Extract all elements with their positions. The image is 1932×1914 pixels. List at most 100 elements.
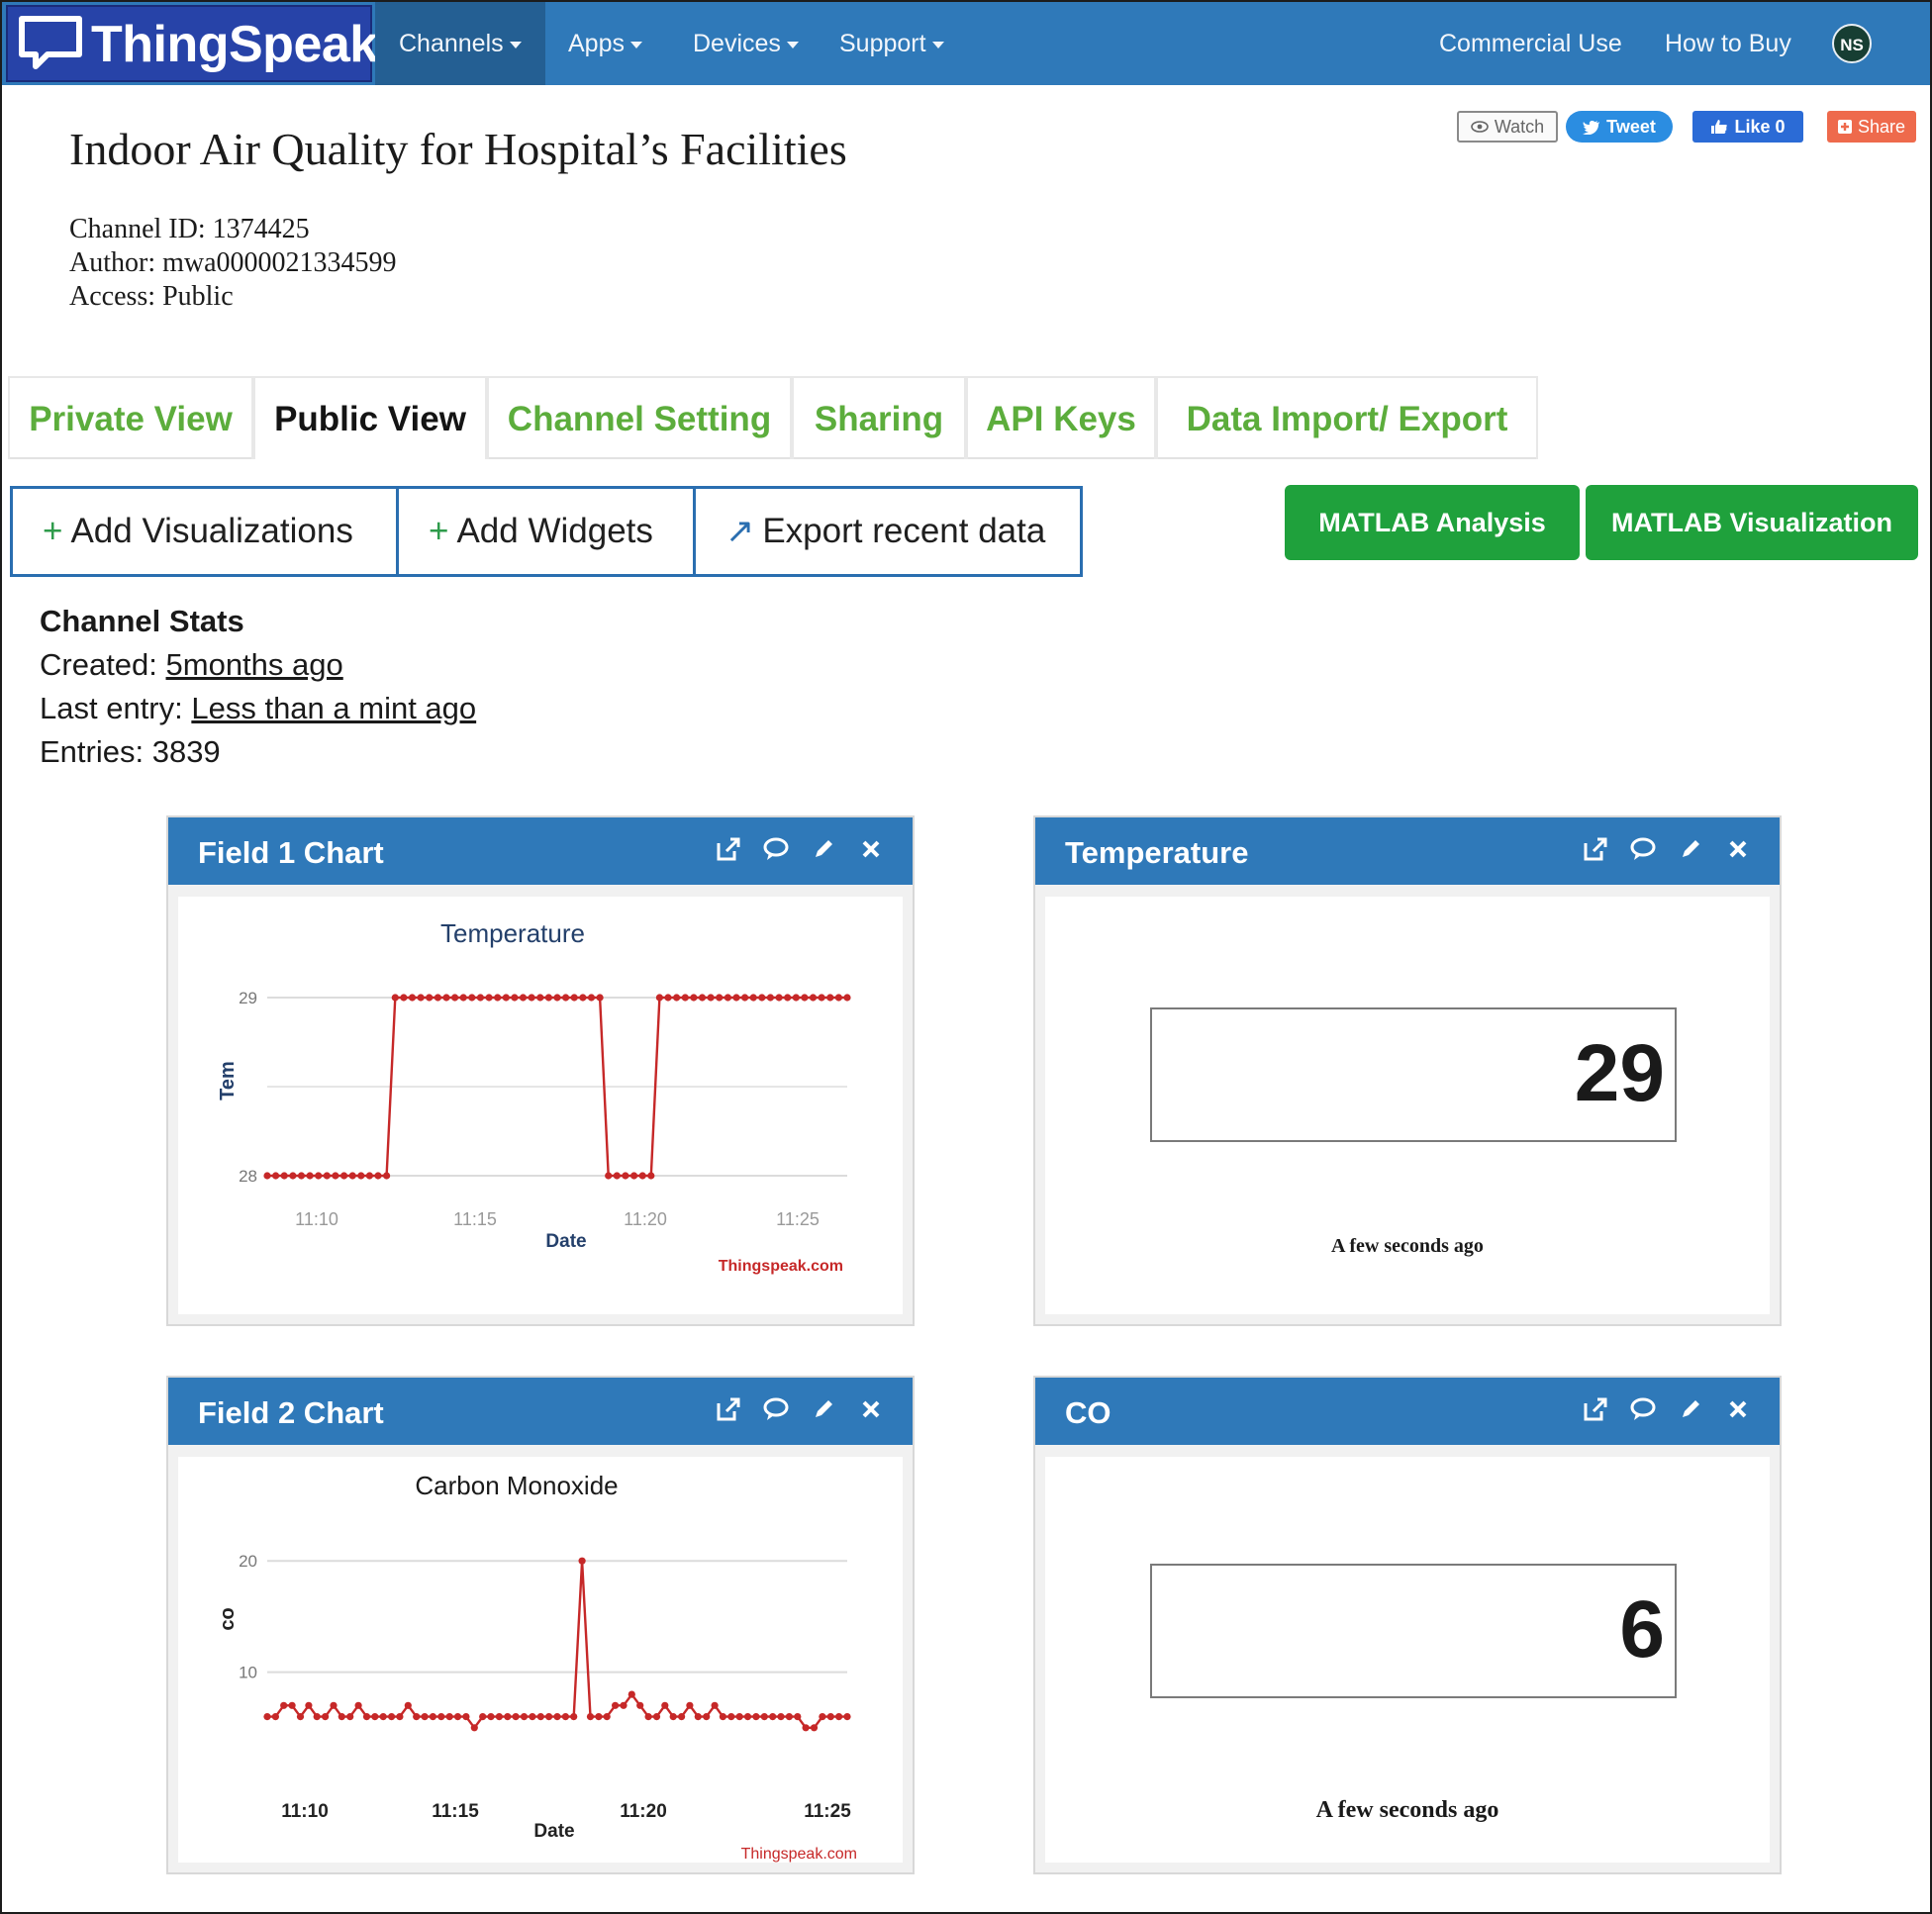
carbon-monoxide-line-chart: Carbon Monoxide 10 20 11:10 11:15 11:20 11:25 D… — [217, 1471, 857, 1863]
data-point — [818, 994, 825, 1002]
like-label: Like 0 — [1734, 116, 1786, 137]
widget-body: Temperature 28 29 11:10 11:15 11:20 11:25 Date T… — [178, 897, 903, 1314]
close-icon[interactable] — [857, 835, 885, 863]
export-recent-data-label: Export recent data — [762, 512, 1046, 550]
data-point — [297, 1172, 306, 1180]
tab-data-import-export[interactable]: Data Import/ Export — [1156, 376, 1538, 459]
external-link-icon[interactable] — [715, 1395, 742, 1423]
stat-created: Created: 5months ago — [40, 647, 343, 683]
matlab-visualization-button[interactable]: MATLAB Visualization — [1586, 485, 1918, 560]
nav-menu-apps[interactable]: Apps — [568, 2, 642, 85]
tab-api-keys[interactable]: API Keys — [966, 376, 1156, 459]
data-point — [561, 1713, 569, 1721]
data-point — [678, 1713, 686, 1721]
user-avatar[interactable]: NS — [1832, 24, 1872, 63]
external-link-icon[interactable] — [1582, 1395, 1609, 1423]
data-point — [338, 1713, 345, 1721]
data-point — [630, 1172, 638, 1180]
data-point — [545, 1713, 553, 1721]
data-point — [784, 994, 792, 1002]
data-point — [388, 1713, 396, 1721]
widget-body: 29 A few seconds ago — [1045, 897, 1770, 1314]
caret-down-icon — [931, 41, 944, 48]
nav-menu-devices[interactable]: Devices — [693, 2, 799, 85]
close-icon[interactable] — [1724, 835, 1752, 863]
nav-link-commercial-use[interactable]: Commercial Use — [1439, 2, 1622, 85]
data-point — [383, 1172, 391, 1180]
comment-icon[interactable] — [762, 835, 790, 863]
nav-menu-label: Channels — [399, 30, 504, 57]
last-updated-text: A few seconds ago — [1315, 1797, 1499, 1823]
matlab-analysis-button[interactable]: MATLAB Analysis — [1285, 485, 1580, 560]
add-widgets-button[interactable]: + Add Widgets — [399, 489, 696, 574]
data-point — [429, 1713, 436, 1721]
external-link-icon[interactable] — [1582, 835, 1609, 863]
data-point — [605, 1172, 613, 1180]
field-1-chart-widget: Field 1 Chart Temperature 28 29 11:10 11:15 1… — [166, 815, 915, 1326]
data-point — [459, 994, 467, 1002]
speech-bubble-icon — [19, 16, 82, 69]
data-point — [727, 1713, 735, 1721]
tab-private-view[interactable]: Private View — [8, 376, 253, 459]
x-tick-label: 11:20 — [620, 1801, 667, 1822]
pencil-icon[interactable] — [810, 1395, 837, 1423]
stat-last-entry-label: Last entry: — [40, 691, 192, 725]
data-point — [826, 994, 834, 1002]
widget-title: Field 1 Chart — [198, 835, 384, 870]
brand-logo[interactable]: ThingSpeak — [6, 5, 378, 82]
eye-icon — [1471, 121, 1489, 133]
watch-label: Watch — [1494, 116, 1545, 137]
add-visualizations-label: Add Visualizations — [70, 512, 353, 550]
data-point — [306, 1172, 314, 1180]
data-point — [280, 1172, 288, 1180]
stat-entries: Entries: 3839 — [40, 734, 221, 769]
share-button[interactable]: Share — [1827, 111, 1916, 143]
data-point — [332, 1172, 339, 1180]
add-visualizations-button[interactable]: + Add Visualizations — [13, 489, 399, 574]
nav-link-how-to-buy[interactable]: How to Buy — [1665, 2, 1791, 85]
watch-button[interactable]: Watch — [1457, 111, 1558, 143]
data-point — [810, 1724, 819, 1732]
y-axis-label: Tem — [217, 1061, 239, 1101]
comment-icon[interactable] — [1629, 1395, 1657, 1423]
tab-public-view[interactable]: Public View — [253, 376, 487, 459]
chart-credit: Thingspeak.com — [719, 1258, 843, 1275]
data-point — [442, 994, 450, 1002]
like-button[interactable]: Like 0 — [1692, 111, 1803, 143]
nav-menu-channels[interactable]: Channels — [375, 2, 545, 85]
close-icon[interactable] — [1724, 1395, 1752, 1423]
data-point — [749, 994, 757, 1002]
data-point — [638, 1172, 646, 1180]
export-recent-data-button[interactable]: ↗ Export recent data — [696, 489, 1080, 574]
pencil-icon[interactable] — [1677, 1395, 1704, 1423]
channel-stats-heading: Channel Stats — [40, 604, 244, 638]
tweet-button[interactable]: Tweet — [1566, 111, 1673, 143]
data-point — [536, 1713, 544, 1721]
data-point — [462, 1713, 470, 1721]
comment-icon[interactable] — [762, 1395, 790, 1423]
external-link-icon[interactable] — [715, 835, 742, 863]
twitter-bird-icon — [1583, 120, 1600, 135]
tab-sharing[interactable]: Sharing — [792, 376, 966, 459]
data-point — [313, 1713, 321, 1721]
data-point — [404, 1701, 412, 1709]
widget-title: Field 2 Chart — [198, 1395, 384, 1430]
data-point — [719, 1713, 727, 1721]
data-point — [519, 994, 528, 1002]
caret-down-icon — [509, 41, 522, 48]
nav-menu-support[interactable]: Support — [839, 2, 944, 85]
close-icon[interactable] — [857, 1395, 885, 1423]
data-point — [379, 1713, 387, 1721]
data-point — [843, 994, 851, 1002]
channel-tabs: Private View Public View Channel Setting… — [8, 376, 1538, 459]
data-point — [323, 1172, 331, 1180]
data-point — [434, 994, 441, 1002]
pencil-icon[interactable] — [810, 835, 837, 863]
data-point — [346, 1713, 354, 1721]
data-point — [263, 1713, 271, 1721]
pencil-icon[interactable] — [1677, 835, 1704, 863]
tab-channel-setting[interactable]: Channel Setting — [487, 376, 792, 459]
comment-icon[interactable] — [1629, 835, 1657, 863]
data-point — [794, 1713, 802, 1721]
widget-header: CO — [1035, 1378, 1780, 1445]
